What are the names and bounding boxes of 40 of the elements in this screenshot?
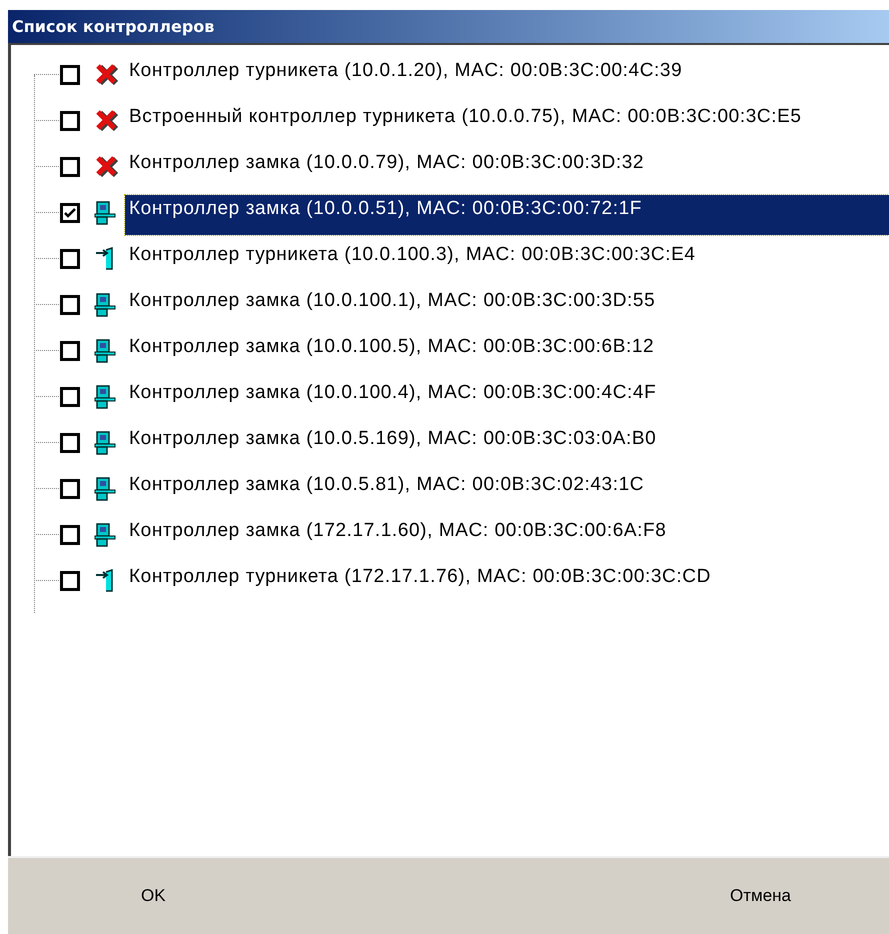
controller-item[interactable]: Контроллер замка (172.17.1.60), MAC: 00:0B:3C:00:6A:F8 — [125, 517, 889, 557]
controller-icon — [94, 385, 116, 409]
checkbox[interactable] — [60, 295, 80, 315]
turnstile-icon — [94, 569, 116, 593]
controller-item[interactable]: Контроллер турникета (172.17.1.76), MAC: 00:0B:3C:00:3C:CD — [125, 563, 889, 603]
controller-icon — [94, 431, 116, 455]
controller-item[interactable]: Контроллер замка (10.0.100.4), MAC: 00:0B:3C:00:4C:4F — [125, 379, 889, 419]
checkbox[interactable] — [60, 157, 80, 177]
window-title: Список контроллеров — [12, 16, 214, 38]
controller-icon — [94, 477, 116, 501]
checkbox[interactable] — [60, 525, 80, 545]
checkbox[interactable] — [60, 249, 80, 269]
cancel-button[interactable]: Отмена — [722, 879, 799, 913]
controller-icon — [94, 201, 116, 225]
checkbox[interactable] — [60, 341, 80, 361]
controller-item[interactable]: Контроллер замка (10.0.5.81), MAC: 00:0B:3C:02:43:1C — [125, 471, 889, 511]
controller-item[interactable]: Контроллер замка (10.0.0.51), MAC: 00:0B:3C:00:72:1F — [125, 195, 889, 235]
checkbox[interactable] — [60, 433, 80, 453]
controller-item[interactable]: Контроллер турникета (10.0.1.20), MAC: 00:0B:3C:00:4C:39 — [125, 57, 889, 97]
check-icon — [64, 208, 76, 218]
checkbox[interactable] — [60, 203, 80, 223]
controller-icon — [94, 523, 116, 547]
controller-item[interactable]: Контроллер замка (10.0.100.5), MAC: 00:0B:3C:00:6B:12 — [125, 333, 889, 373]
turnstile-icon — [94, 247, 116, 271]
controller-item[interactable]: Контроллер турникета (10.0.100.3), MAC: 00:0B:3C:00:3C:E4 — [125, 241, 889, 281]
checkbox[interactable] — [60, 479, 80, 499]
controller-item[interactable]: Контроллер замка (10.0.5.169), MAC: 00:0B:3C:03:0A:B0 — [125, 425, 889, 465]
cross-icon — [94, 155, 118, 177]
controller-icon — [94, 339, 116, 363]
checkbox[interactable] — [60, 111, 80, 131]
cross-icon — [94, 109, 118, 131]
controller-item[interactable]: Контроллер замка (10.0.0.79), MAC: 00:0B:3C:00:3D:32 — [125, 149, 889, 189]
checkbox[interactable] — [60, 65, 80, 85]
controller-item[interactable]: Контроллер замка (10.0.100.1), MAC: 00:0B:3C:00:3D:55 — [125, 287, 889, 327]
controller-icon — [94, 293, 116, 317]
checkbox[interactable] — [60, 387, 80, 407]
cross-icon — [94, 63, 118, 85]
ok-button[interactable]: OK — [133, 879, 174, 913]
controller-item[interactable]: Встроенный контроллер турникета (10.0.0.75), MAC: 00:0B:3C:00:3C:E5 — [125, 103, 889, 143]
checkbox[interactable] — [60, 571, 80, 591]
